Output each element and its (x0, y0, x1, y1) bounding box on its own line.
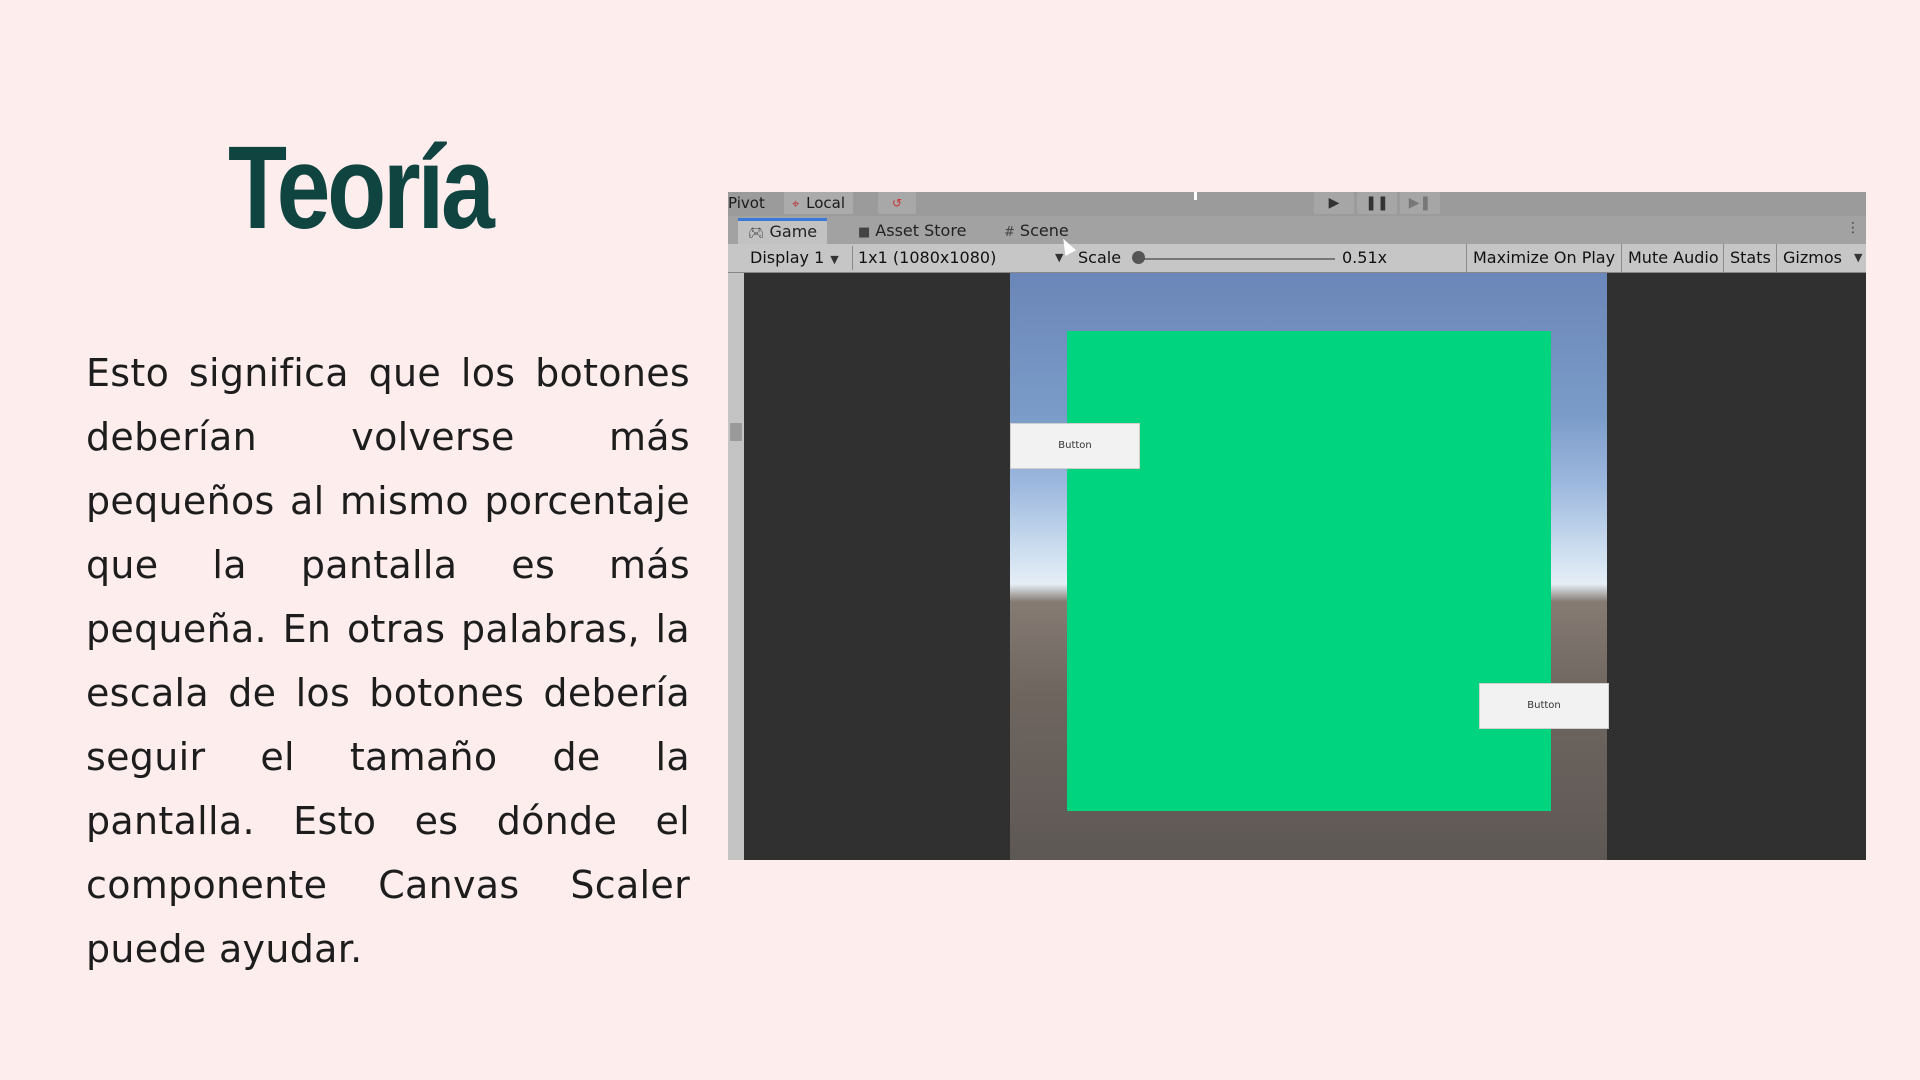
game-ui-button-left[interactable]: Button (1010, 423, 1140, 469)
green-canvas-panel (1067, 331, 1551, 811)
play-icon: ▶ (1328, 195, 1340, 211)
play-controls: ▶ ❚❚ ▶❚ (1314, 192, 1443, 214)
shopping-bag-icon: ■ (858, 225, 871, 240)
scale-label: Scale (1078, 248, 1122, 267)
step-button[interactable]: ▶❚ (1400, 192, 1440, 214)
snap-toggle[interactable]: ↺ (878, 192, 916, 214)
toolbar-marker (1194, 192, 1197, 200)
slide-body-text: Esto significa que los botones deberían … (86, 351, 690, 971)
side-scrollbar[interactable] (728, 273, 744, 860)
stats-toggle[interactable]: Stats (1723, 244, 1777, 272)
pivot-toggle[interactable]: Pivot (728, 194, 765, 212)
chevron-down-icon: ▼ (830, 253, 839, 266)
game-render-area: Button Button (1010, 273, 1609, 860)
editor-toolbar: Pivot ⌖ Local ↺ ▶ ❚❚ ▶❚ (728, 192, 1866, 216)
gamepad-icon: 🎮︎ (748, 226, 765, 241)
pause-button[interactable]: ❚❚ (1357, 192, 1397, 214)
tab-asset-store[interactable]: ■ Asset Store (848, 218, 976, 244)
tab-scene-label: Scene (1019, 221, 1069, 240)
tab-game[interactable]: 🎮︎ Game (738, 218, 828, 244)
unity-editor-screenshot: Pivot ⌖ Local ↺ ▶ ❚❚ ▶❚ 🎮︎ Game ■ Asset St… (728, 192, 1866, 860)
pause-icon: ❚❚ (1365, 195, 1389, 211)
slide-title: Teoría (228, 122, 495, 254)
resolution-dropdown[interactable]: 1x1 (1080x1080) (858, 244, 996, 272)
display-dropdown[interactable]: Display 1 ▼ (750, 244, 839, 272)
local-toggle[interactable]: ⌖ Local (784, 192, 853, 214)
resolution-dropdown-label: 1x1 (1080x1080) (858, 248, 997, 267)
game-ui-button-right[interactable]: Button (1479, 683, 1609, 729)
editor-tabbar: 🎮︎ Game ■ Asset Store # Scene ⋮ (728, 216, 1866, 244)
game-viewport: Button Button (728, 273, 1866, 860)
mute-audio-toggle[interactable]: Mute Audio (1621, 244, 1725, 272)
grid-icon: # (1004, 225, 1015, 240)
tab-game-label: Game (769, 222, 818, 241)
maximize-on-play-toggle[interactable]: Maximize On Play (1466, 244, 1621, 272)
tab-asset-store-label: Asset Store (875, 221, 967, 240)
divider (852, 246, 853, 270)
scrollbar-thumb[interactable] (730, 423, 742, 441)
local-toggle-label: Local (806, 194, 845, 212)
scale-value: 0.51x (1342, 248, 1388, 267)
gizmos-chevron-down-icon[interactable]: ▼ (1854, 244, 1862, 272)
play-button[interactable]: ▶ (1314, 192, 1354, 214)
gizmos-toggle[interactable]: Gizmos (1776, 244, 1848, 272)
game-view-controls: Display 1 ▼ 1x1 (1080x1080) ▼ Scale 0.51x… (728, 244, 1866, 273)
scale-slider-handle[interactable] (1132, 251, 1145, 264)
display-dropdown-label: Display 1 (750, 248, 825, 267)
tab-menu-icon[interactable]: ⋮ (1846, 220, 1860, 236)
local-space-icon: ⌖ (792, 197, 800, 212)
step-icon: ▶❚ (1408, 195, 1432, 211)
scale-slider[interactable] (1140, 258, 1335, 260)
